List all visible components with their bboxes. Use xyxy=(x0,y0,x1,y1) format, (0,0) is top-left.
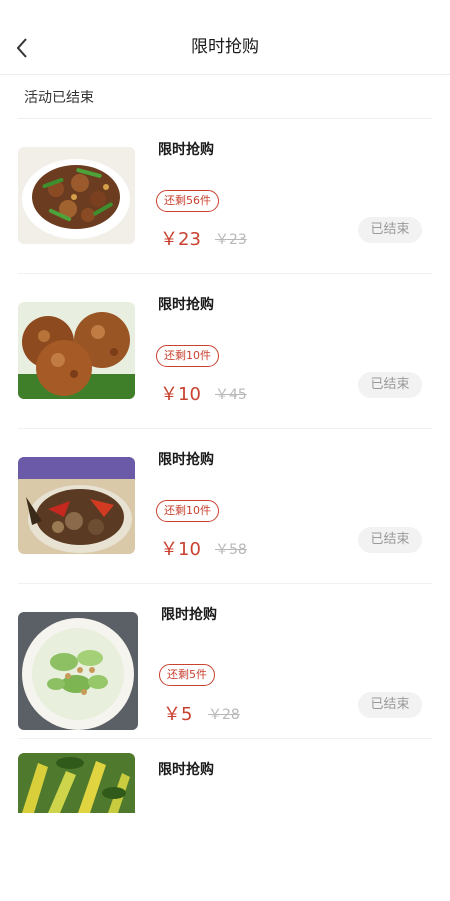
product-image[interactable] xyxy=(18,147,135,244)
list-item[interactable]: 限时抢购 还剩10件 ￥10 ￥45 已结束 xyxy=(18,274,432,429)
list-item[interactable]: 限时抢购 还剩10件 ￥10 ￥58 已结束 xyxy=(18,429,432,584)
page-title: 限时抢购 xyxy=(191,37,259,57)
original-price: ￥23 xyxy=(215,232,247,248)
sale-price: ￥10 xyxy=(160,539,201,560)
list-item[interactable]: 限时抢购 还剩5件 ￥5 ￥28 已结束 xyxy=(18,584,432,739)
ended-button[interactable]: 已结束 xyxy=(358,527,422,553)
product-image[interactable] xyxy=(18,457,135,554)
ended-button[interactable]: 已结束 xyxy=(358,372,422,398)
stock-badge: 还剩5件 xyxy=(159,664,215,686)
item-title: 限时抢购 xyxy=(158,142,214,158)
product-image[interactable] xyxy=(18,612,138,730)
item-title: 限时抢购 xyxy=(158,762,214,778)
stock-badge: 还剩10件 xyxy=(156,500,219,522)
ended-button[interactable]: 已结束 xyxy=(358,692,422,718)
stock-badge: 还剩10件 xyxy=(156,345,219,367)
original-price: ￥45 xyxy=(215,387,247,403)
sale-price: ￥10 xyxy=(160,384,201,405)
activity-status: 活动已结束 xyxy=(0,75,450,119)
status-text: 活动已结束 xyxy=(24,90,94,106)
original-price: ￥28 xyxy=(208,707,240,723)
list-item[interactable]: 限时抢购 还剩56件 ￥23 ￥23 已结束 xyxy=(18,119,432,274)
product-list: 限时抢购 还剩56件 ￥23 ￥23 已结束 限时抢购 还剩10件 ￥10 ￥4… xyxy=(0,119,450,901)
stock-badge: 还剩56件 xyxy=(156,190,219,212)
item-title: 限时抢购 xyxy=(161,607,217,623)
product-image[interactable] xyxy=(18,753,135,813)
sale-price: ￥23 xyxy=(160,229,201,250)
sale-price: ￥5 xyxy=(163,704,193,725)
original-price: ￥58 xyxy=(215,542,247,558)
list-item[interactable]: 限时抢购 xyxy=(18,747,432,901)
header: 限时抢购 xyxy=(0,0,450,75)
product-image[interactable] xyxy=(18,302,135,399)
item-title: 限时抢购 xyxy=(158,452,214,468)
item-title: 限时抢购 xyxy=(158,297,214,313)
ended-button[interactable]: 已结束 xyxy=(358,217,422,243)
